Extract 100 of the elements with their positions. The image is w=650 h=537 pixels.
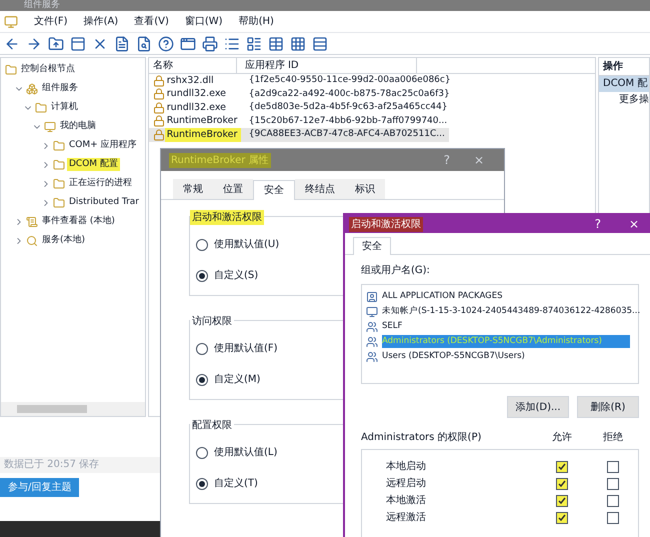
tree-item[interactable]: 我的电脑 bbox=[58, 120, 98, 134]
menu-item[interactable]: 窗口(W) bbox=[184, 14, 223, 29]
grid-icon[interactable] bbox=[290, 36, 306, 52]
radio-label: 使用默认值(L) bbox=[214, 446, 278, 460]
window-title: 组件服务 bbox=[24, 1, 60, 10]
id-cell-text: {de5d803e-5d2a-4b5f-9c63-af25a465cc44} bbox=[248, 101, 448, 114]
computer-icon bbox=[44, 120, 56, 132]
users-icon bbox=[366, 320, 378, 332]
menu-item[interactable]: 查看(V) bbox=[134, 14, 169, 29]
panel-icon[interactable] bbox=[70, 36, 86, 52]
tree-item[interactable]: 组件服务 bbox=[40, 82, 80, 96]
help-button[interactable]: ? bbox=[594, 215, 601, 233]
checkbox[interactable] bbox=[556, 494, 568, 506]
tree-item[interactable]: DCOM 配置 bbox=[67, 158, 120, 172]
checkbox[interactable] bbox=[607, 460, 619, 472]
back-icon[interactable] bbox=[4, 36, 20, 52]
more-actions-link[interactable]: 更多操 bbox=[599, 92, 649, 108]
tab[interactable]: 安全 bbox=[253, 180, 295, 200]
radio-label: 使用默认值(U) bbox=[214, 238, 280, 252]
tree-item[interactable]: 控制台根节点 bbox=[19, 62, 77, 76]
name-cell-text: rundll32.exe bbox=[166, 100, 227, 115]
checkbox[interactable] bbox=[556, 460, 568, 472]
checkbox[interactable] bbox=[607, 478, 619, 490]
user-item[interactable]: 未知帐户(S-1-15-3-1024-2405443489-874036122-4286035... bbox=[382, 305, 640, 318]
tab[interactable]: 标识 bbox=[345, 179, 385, 199]
users-icon bbox=[366, 336, 378, 348]
group-title: 启动和激活权限 bbox=[190, 210, 264, 225]
column-header[interactable]: 名称 bbox=[148, 58, 237, 73]
folder-icon bbox=[35, 102, 47, 114]
tab[interactable]: 常规 bbox=[173, 179, 213, 199]
permission-name: 远程启动 bbox=[386, 476, 427, 491]
document-search-icon[interactable] bbox=[136, 36, 152, 52]
table-row[interactable]: RuntimeBroker {15c20b67-12e7-4bb6-92bb-7aff0799740... bbox=[148, 114, 452, 128]
folder-icon bbox=[53, 178, 65, 190]
detail-list-icon[interactable] bbox=[246, 36, 262, 52]
tab[interactable]: 位置 bbox=[213, 179, 253, 199]
users-label: 组或用户名(G): bbox=[361, 264, 431, 278]
table-row[interactable]: rshx32.dll {1f2e5c40-9550-11ce-99d2-00aa006e086c} bbox=[148, 74, 455, 88]
tree-item[interactable]: Distributed Trar bbox=[67, 196, 141, 210]
window-icon[interactable] bbox=[180, 36, 196, 52]
folder-icon bbox=[5, 64, 17, 76]
rows-icon[interactable] bbox=[312, 36, 328, 52]
radio-button[interactable] bbox=[196, 270, 208, 282]
components-icon bbox=[26, 82, 38, 94]
name-cell: RuntimeBroker bbox=[164, 128, 241, 142]
menu-item[interactable]: 操作(A) bbox=[84, 14, 118, 29]
id-cell-text: {a2d9ca22-a492-400c-b875-78ac25c0a6f3} bbox=[248, 88, 450, 100]
radio-button[interactable] bbox=[196, 478, 208, 490]
permission-name: 本地激活 bbox=[386, 494, 427, 508]
monitor-icon bbox=[366, 306, 378, 318]
deny-header: 拒绝 bbox=[602, 430, 624, 445]
permission-name: 远程激活 bbox=[386, 511, 427, 525]
radio-button[interactable] bbox=[196, 446, 208, 458]
radio-button[interactable] bbox=[196, 238, 208, 250]
tab[interactable]: 终结点 bbox=[295, 179, 345, 199]
folder-up-icon[interactable] bbox=[48, 36, 64, 52]
tree-item[interactable]: 事件查看器 (本地) bbox=[40, 214, 117, 228]
menu-item[interactable]: 文件(F) bbox=[34, 14, 68, 29]
dialog-title: 启动和激活权限 bbox=[349, 216, 423, 232]
id-cell-text: {15c20b67-12e7-4bb6-92bb-7aff0799740... bbox=[248, 114, 448, 128]
radio-button[interactable] bbox=[196, 342, 208, 354]
table-row[interactable]: rundll32.exe {a2d9ca22-a492-400c-b875-78ac25c0a6f3} bbox=[148, 88, 454, 101]
list-icon[interactable] bbox=[224, 36, 240, 52]
checkbox[interactable] bbox=[556, 512, 568, 524]
table-row[interactable]: RuntimeBroker {9CA88EE3-ACB7-47c8-AFC4-AB702511C... bbox=[148, 128, 449, 142]
horizontal-scrollbar[interactable] bbox=[1, 402, 145, 416]
checkbox[interactable] bbox=[556, 478, 568, 490]
dialog-title: RuntimeBroker 属性 bbox=[169, 152, 271, 168]
help-icon[interactable] bbox=[158, 36, 174, 52]
document-icon[interactable] bbox=[114, 36, 130, 52]
tab[interactable]: 安全 bbox=[353, 237, 391, 255]
tree-item[interactable]: 正在运行的进程 bbox=[67, 176, 134, 190]
table-row[interactable]: rundll32.exe {de5d803e-5d2a-4b5f-9c63-af25a465cc44} bbox=[148, 101, 452, 114]
actions-header[interactable]: DCOM 配 bbox=[599, 76, 649, 92]
column-header[interactable]: 应用程序 ID bbox=[236, 58, 417, 73]
printer-icon[interactable] bbox=[202, 36, 218, 52]
checkbox[interactable] bbox=[607, 512, 619, 524]
radio-button[interactable] bbox=[196, 374, 208, 386]
tree-item[interactable]: COM+ 应用程序 bbox=[67, 138, 139, 152]
name-cell-text: rshx32.dll bbox=[166, 74, 215, 88]
radio-label: 使用默认值(F) bbox=[214, 342, 278, 356]
user-item[interactable]: Users (DESKTOP-S5NCGB7\Users) bbox=[382, 350, 525, 363]
reply-button[interactable]: 参与/回复主题 bbox=[0, 478, 80, 496]
menu-item[interactable]: 帮助(H) bbox=[238, 14, 274, 29]
user-item[interactable]: SELF bbox=[382, 320, 402, 333]
table-icon[interactable] bbox=[268, 36, 284, 52]
status-text: 数据已于 20:57 保存 bbox=[0, 457, 160, 473]
close-button[interactable]: × bbox=[628, 215, 639, 233]
name-cell-text: RuntimeBroker bbox=[166, 114, 238, 128]
checkbox[interactable] bbox=[607, 494, 619, 506]
user-card-icon bbox=[366, 290, 378, 302]
add-button[interactable]: 添加(D)... bbox=[507, 396, 569, 418]
tree-item[interactable]: 服务(本地) bbox=[40, 234, 88, 248]
remove-button[interactable]: 删除(R) bbox=[577, 396, 639, 418]
tree-item[interactable]: 计算机 bbox=[49, 100, 80, 114]
user-item[interactable]: ALL APPLICATION PACKAGES bbox=[382, 290, 502, 303]
radio-label: 自定义(M) bbox=[214, 372, 260, 387]
id-cell-text: {9CA88EE3-ACB7-47c8-AFC4-AB702511C... bbox=[248, 128, 445, 141]
forward-icon[interactable] bbox=[26, 36, 42, 52]
permission-name: 本地启动 bbox=[386, 460, 427, 474]
